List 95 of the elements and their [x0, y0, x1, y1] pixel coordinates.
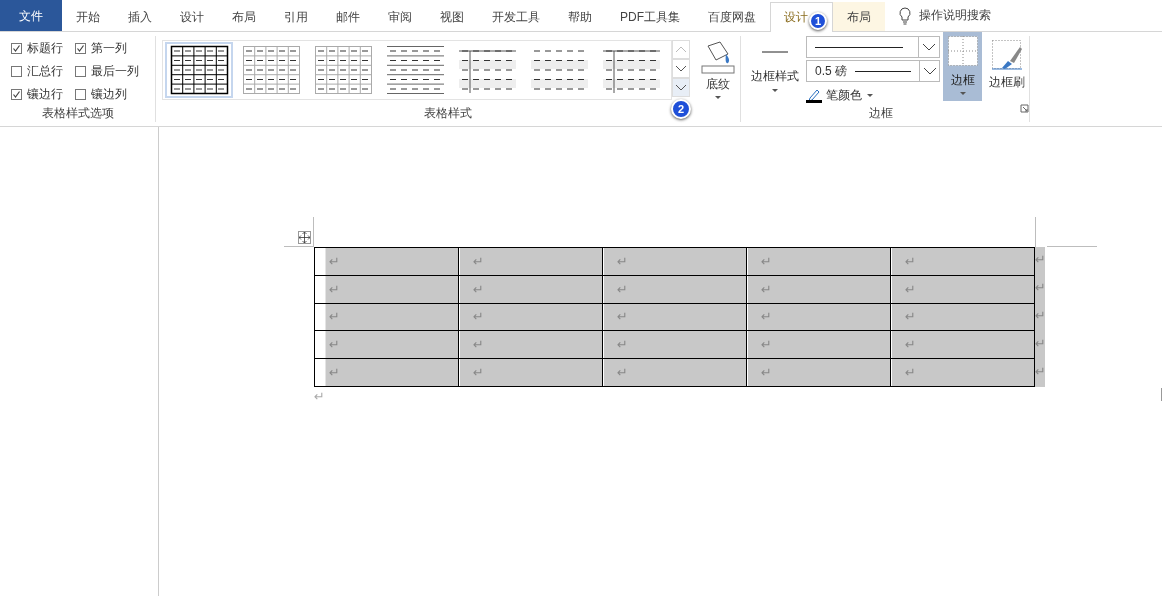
ribbon-tab[interactable]: 设计 [166, 2, 218, 31]
cell-end-mark: ↵ [904, 365, 916, 381]
cell-end-mark: ↵ [328, 281, 340, 297]
shading-button[interactable]: 底纹 [696, 36, 740, 104]
cell-end-mark: ↵ [760, 281, 772, 297]
ribbon-tab[interactable]: 插入 [114, 2, 166, 31]
row-end-mark: ↵ [1035, 307, 1045, 325]
checkbox[interactable] [11, 42, 22, 54]
caret-icon [714, 95, 722, 100]
cell-end-mark: ↵ [904, 337, 916, 353]
caret-icon [866, 93, 874, 98]
cell-end-mark: ↵ [904, 281, 916, 297]
tell-me-search[interactable]: 操作说明搜索 [919, 7, 991, 24]
border-painter-icon [990, 40, 1024, 72]
cell-end-mark: ↵ [760, 337, 772, 353]
lightbulb-icon [899, 6, 911, 25]
cell-end-mark: ↵ [616, 309, 628, 325]
ribbon-tab[interactable]: PDF工具集 [606, 2, 694, 31]
ribbon-tab[interactable]: 百度网盘 [694, 2, 770, 31]
cell-end-mark: ↵ [616, 253, 628, 269]
checkbox[interactable] [11, 66, 22, 77]
line-style-icon [762, 50, 788, 54]
ribbon-tab[interactable]: 视图 [426, 2, 478, 31]
group-label: 表格样式选项 [41, 105, 114, 122]
row-end-mark: ↵ [1035, 251, 1045, 269]
cell-end-mark: ↵ [904, 253, 916, 269]
step-badge: 1 [809, 12, 827, 30]
pen-color-button[interactable]: 笔颜色 [806, 87, 940, 104]
caret-icon [958, 91, 967, 96]
check-icon [12, 90, 21, 100]
checkbox-label: 镶边列 [91, 86, 127, 104]
cell-end-mark: ↵ [472, 281, 484, 297]
cell-end-mark: ↵ [760, 365, 772, 381]
dialog-launcher-icon[interactable] [1020, 104, 1029, 113]
caret-icon [771, 88, 779, 93]
borders-button[interactable]: 边框 [943, 32, 982, 101]
ribbon-tab[interactable]: 布局 [218, 2, 270, 31]
cell-end-mark: ↵ [616, 365, 628, 381]
cell-end-mark: ↵ [328, 309, 340, 325]
gallery-more-button[interactable] [672, 78, 690, 97]
cell-end-mark: ↵ [472, 337, 484, 353]
cell-end-mark: ↵ [616, 281, 628, 297]
border-styles-button[interactable]: 边框样式 [747, 36, 803, 104]
ribbon-tab[interactable]: 引用 [270, 2, 322, 31]
cell-end-mark: ↵ [904, 309, 916, 325]
checkbox-label: 标题行 [27, 39, 63, 57]
cell-end-mark: ↵ [472, 253, 484, 269]
cell-end-mark: ↵ [472, 365, 484, 381]
cell-end-mark: ↵ [616, 337, 628, 353]
cell-end-mark: ↵ [328, 253, 340, 269]
checkbox[interactable] [75, 66, 86, 77]
chevron-icon [674, 82, 688, 93]
cell-end-mark: ↵ [760, 309, 772, 325]
checkbox-label: 汇总行 [27, 63, 63, 80]
solid-line-icon [855, 69, 911, 73]
cell-end-mark: ↵ [328, 337, 340, 353]
solid-line-icon [815, 45, 903, 49]
paragraph-mark: ↵ [314, 389, 326, 404]
checkbox-label: 最后一列 [91, 63, 139, 80]
row-end-mark: ↵ [1035, 335, 1045, 353]
paint-bucket-icon [700, 40, 736, 74]
scroll-down-button[interactable] [672, 59, 690, 78]
ribbon-tab[interactable]: 文件 [0, 0, 62, 31]
cell-end-mark: ↵ [472, 309, 484, 325]
check-icon [76, 43, 85, 53]
ribbon-tab[interactable]: 开发工具 [478, 2, 554, 31]
ribbon-tab[interactable]: 开始 [62, 2, 114, 31]
chevron-icon [922, 43, 936, 51]
check-icon [12, 43, 21, 53]
group-label: 边框 [867, 105, 894, 122]
border-painter-button[interactable]: 边框刷 [985, 36, 1029, 104]
cell-end-mark: ↵ [328, 365, 340, 381]
chevron-icon [674, 63, 688, 74]
pen-icon [806, 88, 822, 103]
step-badge: 2 [671, 99, 691, 119]
chevron-icon [922, 67, 937, 75]
line-style-dropdown[interactable] [806, 36, 940, 58]
borders-icon [947, 36, 978, 66]
checkbox[interactable] [11, 89, 22, 101]
checkbox[interactable] [75, 89, 86, 101]
ribbon-tab[interactable]: 邮件 [322, 2, 374, 31]
line-weight-dropdown[interactable]: 0.5 磅 [806, 60, 940, 82]
cell-end-mark: ↵ [760, 253, 772, 269]
ribbon-tab[interactable]: 布局 [833, 2, 885, 31]
ribbon-tab[interactable]: 审阅 [374, 2, 426, 31]
ribbon-tab[interactable]: 设计 1 [770, 2, 833, 32]
checkbox-label: 第一列 [91, 39, 127, 57]
group-label: 表格样式 [424, 105, 472, 122]
row-end-mark: ↵ [1035, 279, 1045, 297]
checkbox[interactable] [75, 42, 86, 54]
table-style-thumbnail[interactable] [165, 42, 233, 98]
checkbox-label: 镶边行 [27, 86, 63, 104]
row-end-mark: ↵ [1035, 363, 1045, 381]
ribbon-tab[interactable]: 帮助 [554, 2, 606, 31]
chevron-icon [674, 44, 688, 55]
